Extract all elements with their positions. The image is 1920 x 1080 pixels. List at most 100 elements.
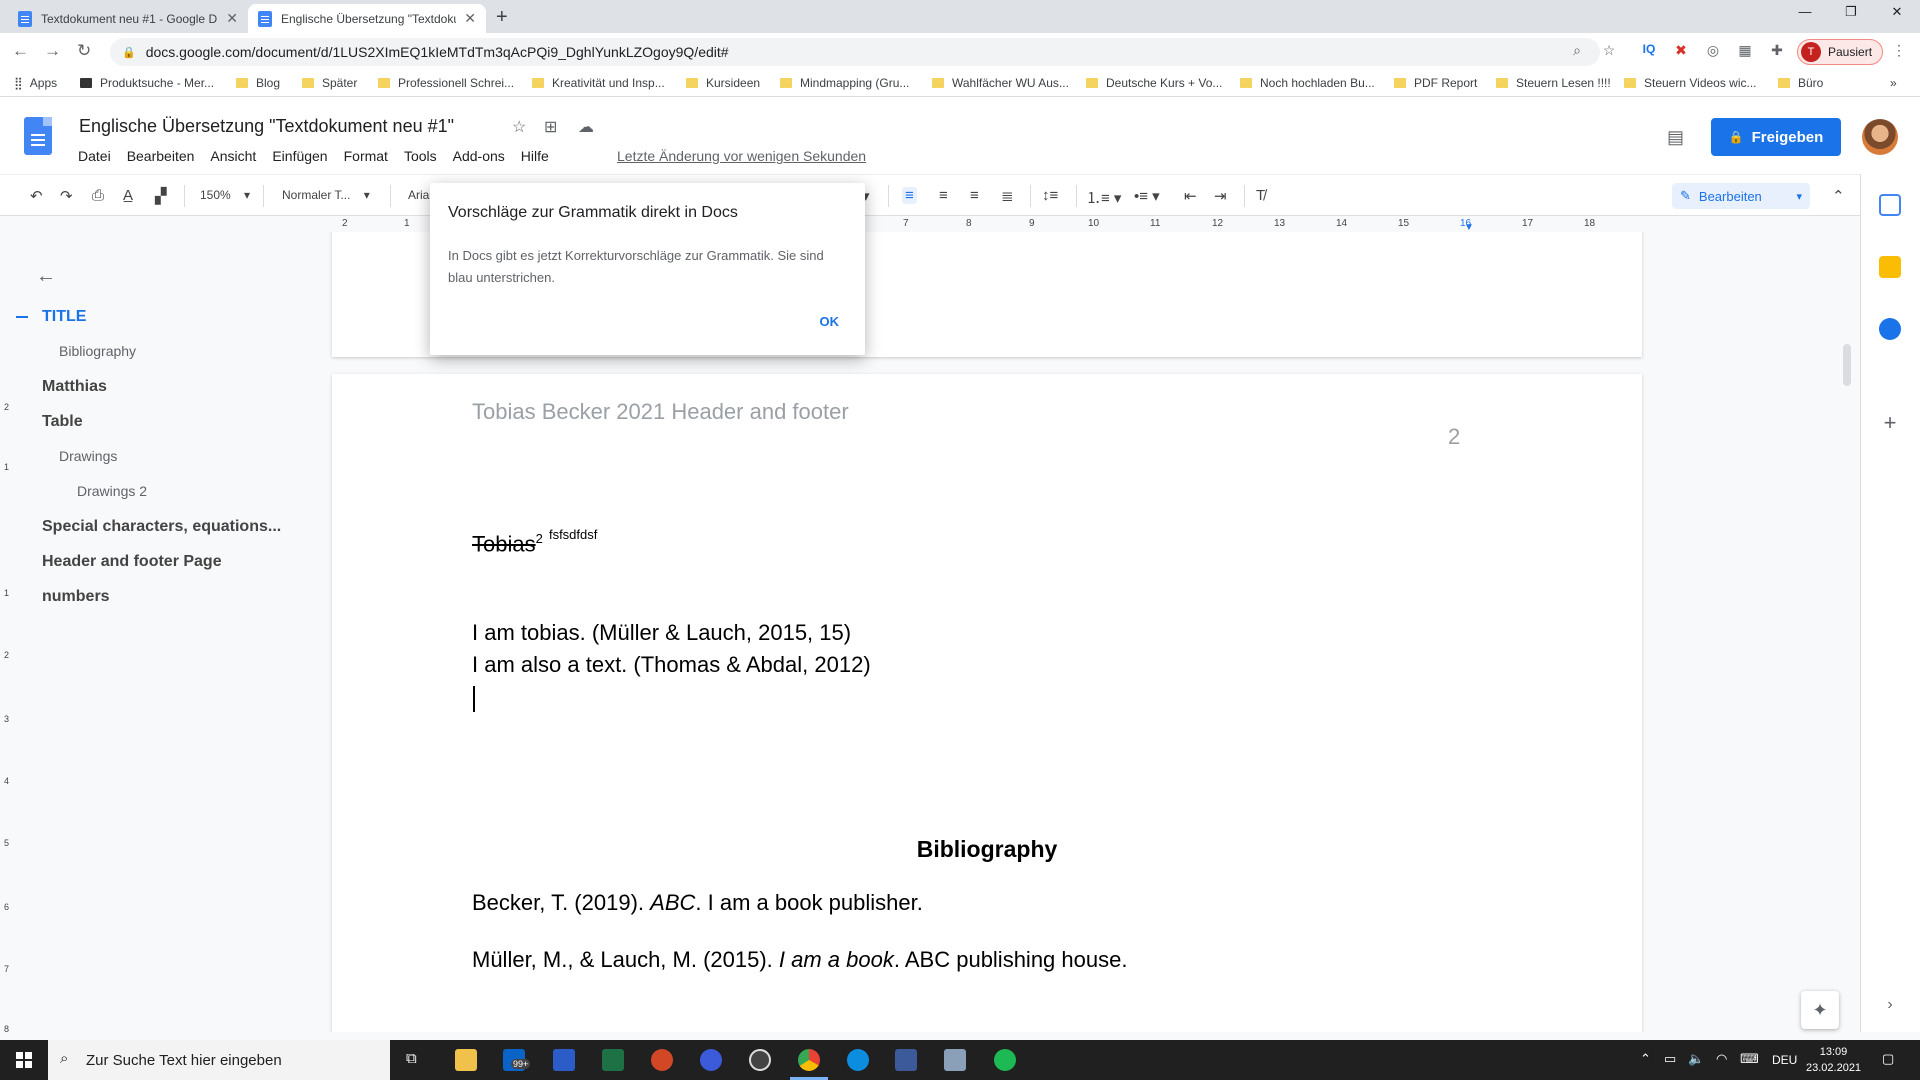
address-bar[interactable]: 🔒 docs.google.com/document/d/1LUS2XImEQ1… <box>110 38 1600 66</box>
comments-icon[interactable]: ▤ <box>1667 127 1684 148</box>
bulleted-list-icon[interactable]: •≡ ▾ <box>1134 187 1160 205</box>
bookmark-item[interactable]: Später <box>302 76 357 90</box>
align-left-icon[interactable]: ≡ <box>902 187 917 204</box>
bookmark-item[interactable]: Wahlfächer WU Aus... <box>932 76 1069 90</box>
expand-panel-icon[interactable]: › <box>1879 996 1901 1018</box>
mail-icon[interactable]: 99+ <box>503 1049 531 1071</box>
browser-tab-2[interactable]: Englische Übersetzung "Textdoku ✕ <box>248 4 486 33</box>
minimize-icon[interactable]: — <box>1790 4 1820 19</box>
menu-format[interactable]: Format <box>344 148 388 164</box>
puzzle-icon[interactable]: ✚ <box>1768 42 1786 60</box>
paint-format-icon[interactable]: ▞ <box>155 187 167 205</box>
browser-menu-icon[interactable]: ⋮ <box>1890 42 1908 60</box>
close-tab-icon[interactable]: ✕ <box>464 10 476 27</box>
close-window-icon[interactable]: ✕ <box>1882 4 1912 20</box>
document-title[interactable]: Englische Übersetzung "Textdokument neu … <box>79 116 454 137</box>
page-2[interactable]: Tobias Becker 2021 Header and footer 2 T… <box>332 374 1642 1032</box>
bibliography-heading[interactable]: Bibliography <box>332 836 1642 863</box>
body-line-2[interactable]: I am also a text. (Thomas & Abdal, 2012) <box>472 652 871 678</box>
browser-tab-1[interactable]: Textdokument neu #1 - Google D ✕ <box>8 4 248 33</box>
back-icon[interactable]: ← <box>12 41 29 61</box>
close-tab-icon[interactable]: ✕ <box>226 10 238 27</box>
bookmark-item[interactable]: Produktsuche - Mer... <box>80 76 214 90</box>
move-folder-icon[interactable]: ⊞ <box>544 117 557 137</box>
align-right-icon[interactable]: ≡ <box>970 187 979 204</box>
edge-icon[interactable] <box>847 1049 869 1071</box>
redo-icon[interactable]: ↷ <box>60 187 73 205</box>
outline-item[interactable]: Special characters, equations... <box>42 518 281 536</box>
bookmark-item[interactable]: Noch hochladen Bu... <box>1240 76 1375 90</box>
menu-bearbeiten[interactable]: Bearbeiten <box>127 148 195 164</box>
style-select[interactable]: Normaler T... ▾ <box>282 188 370 202</box>
menu-addons[interactable]: Add-ons <box>453 148 505 164</box>
windows-start-icon[interactable] <box>16 1052 32 1068</box>
reload-icon[interactable]: ↻ <box>77 41 91 61</box>
spotify-icon[interactable] <box>994 1049 1016 1071</box>
new-tab-icon[interactable]: + <box>496 6 508 29</box>
outline-item[interactable]: Bibliography <box>59 343 136 359</box>
app-icon[interactable] <box>944 1049 966 1071</box>
network-icon[interactable]: ▭ <box>1664 1051 1676 1067</box>
language-indicator[interactable]: DEU <box>1772 1053 1797 1067</box>
outline-item[interactable]: Header and footer Page <box>42 553 222 571</box>
body-line-1[interactable]: I am tobias. (Müller & Lauch, 2015, 15) <box>472 620 851 646</box>
outline-item[interactable]: numbers <box>42 588 110 606</box>
dialog-ok-button[interactable]: OK <box>820 314 840 329</box>
decrease-indent-icon[interactable]: ⇤ <box>1184 187 1197 205</box>
app-icon[interactable] <box>895 1049 917 1071</box>
word-icon[interactable] <box>553 1049 575 1071</box>
clear-formatting-icon[interactable]: T̸ <box>1256 187 1265 204</box>
bookmark-item[interactable]: Professionell Schrei... <box>378 76 514 90</box>
clock[interactable]: 13:09 23.02.2021 <box>1806 1044 1861 1076</box>
menu-datei[interactable]: Datei <box>78 148 111 164</box>
menu-ansicht[interactable]: Ansicht <box>210 148 256 164</box>
star-icon[interactable]: ☆ <box>512 117 526 137</box>
calendar-icon[interactable] <box>1879 194 1901 216</box>
bookmark-item[interactable]: Steuern Lesen !!!! <box>1496 76 1611 90</box>
bookmark-item[interactable]: PDF Report <box>1394 76 1477 90</box>
menu-tools[interactable]: Tools <box>404 148 437 164</box>
extension-icon[interactable]: ◎ <box>1704 42 1722 60</box>
page-header[interactable]: Tobias Becker 2021 Header and footer <box>472 399 849 425</box>
powerpoint-icon[interactable] <box>651 1049 673 1071</box>
keep-icon[interactable] <box>1879 256 1901 278</box>
docs-logo-icon[interactable] <box>24 117 52 155</box>
outline-item[interactable]: Matthias <box>42 378 107 396</box>
close-outline-icon[interactable]: ← <box>36 265 56 288</box>
profile-button[interactable]: T Pausiert <box>1797 39 1884 65</box>
zoom-icon[interactable]: ⌕ <box>1568 42 1586 60</box>
share-button[interactable]: 🔒 Freigeben <box>1711 118 1841 156</box>
last-edit-link[interactable]: Letzte Änderung vor wenigen Sekunden <box>617 148 866 164</box>
cloud-status-icon[interactable]: ☁ <box>578 117 594 137</box>
bookmark-item[interactable]: Kursideen <box>686 76 760 90</box>
explore-button[interactable]: ✦ <box>1801 991 1839 1029</box>
line-spacing-icon[interactable]: ↕≡ <box>1042 187 1058 204</box>
bookmark-item[interactable]: Deutsche Kurs + Vo... <box>1086 76 1222 90</box>
outline-item[interactable]: Drawings 2 <box>77 483 147 499</box>
outline-item[interactable]: Table <box>42 413 83 431</box>
avatar[interactable] <box>1862 119 1898 155</box>
bookmark-item[interactable]: Kreativität und Insp... <box>532 76 665 90</box>
restore-icon[interactable]: ❐ <box>1836 4 1866 20</box>
bookmark-apps[interactable]: ⣿ Apps <box>14 76 57 90</box>
keyboard-icon[interactable]: ⌨ <box>1740 1051 1759 1067</box>
chrome-icon[interactable] <box>798 1049 820 1071</box>
app-icon[interactable] <box>700 1049 722 1071</box>
bibliography-entry[interactable]: Müller, M., & Lauch, M. (2015). I am a b… <box>472 947 1127 973</box>
bookmark-star-icon[interactable]: ☆ <box>1600 42 1618 60</box>
align-center-icon[interactable]: ≡ <box>939 187 948 204</box>
vertical-ruler[interactable]: 2 1 1 2 3 4 5 6 7 8 <box>0 232 16 1034</box>
file-explorer-icon[interactable] <box>455 1049 477 1071</box>
print-icon[interactable]: ⎙ <box>92 187 104 204</box>
numbered-list-icon[interactable]: ⒈≡ ▾ <box>1086 187 1121 208</box>
spellcheck-icon[interactable]: A̲ <box>123 187 133 204</box>
menu-einfuegen[interactable]: Einfügen <box>272 148 327 164</box>
justify-icon[interactable]: ≣ <box>1001 187 1014 205</box>
scrollbar[interactable] <box>1843 344 1851 386</box>
notifications-icon[interactable]: ▢ <box>1882 1051 1894 1067</box>
excel-icon[interactable] <box>602 1049 624 1071</box>
bookmark-item[interactable]: Steuern Videos wic... <box>1624 76 1757 90</box>
hide-menus-icon[interactable]: ⌃ <box>1832 187 1845 205</box>
outline-item[interactable]: Drawings <box>59 448 117 464</box>
tray-chevron-icon[interactable]: ⌃ <box>1640 1051 1651 1067</box>
